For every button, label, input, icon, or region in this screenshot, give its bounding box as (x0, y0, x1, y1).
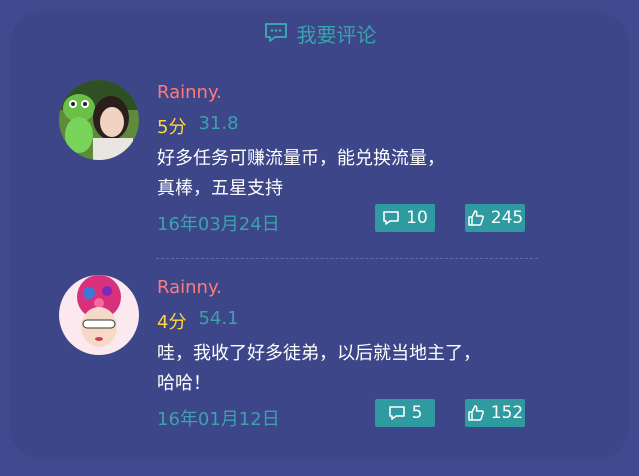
header-title: 我要评论 (296, 22, 377, 47)
comment-text: 好多任务可赚流量币，能兑换流量， 真棒，五星支持 (157, 144, 497, 204)
comment-item: Rainny. 4分 54.1 哇，我收了好多徒弟，以后就当地主了， 哈哈！ 1… (0, 275, 639, 450)
reply-count: 10 (406, 208, 428, 228)
reply-button[interactable]: 10 (375, 204, 435, 232)
like-count: 245 (490, 208, 524, 228)
comment-header[interactable]: 我要评论 (0, 16, 639, 50)
reply-count: 5 (411, 403, 423, 423)
comment-text-line: 好多任务可赚流量币，能兑换流量， (157, 148, 445, 169)
rating-score: 4分 (157, 312, 187, 333)
commenter-name: Rainny. (157, 82, 222, 103)
rating-value: 54.1 (198, 308, 239, 329)
rating-score: 5分 (157, 117, 187, 138)
thumbs-up-icon (468, 210, 484, 226)
comment-text: 哇，我收了好多徒弟，以后就当地主了， 哈哈！ (157, 339, 527, 399)
comment-text-line: 哈哈！ (157, 373, 211, 394)
rating-value: 31.8 (198, 113, 239, 134)
comment-divider (156, 258, 538, 259)
score-row: 5分 31.8 (157, 113, 239, 139)
avatar[interactable] (59, 80, 139, 160)
comment-icon (383, 211, 399, 225)
commenter-name: Rainny. (157, 277, 222, 298)
comment-item: Rainny. 5分 31.8 好多任务可赚流量币，能兑换流量， 真棒，五星支持… (0, 80, 639, 255)
comment-date: 16年03月24日 (157, 214, 280, 235)
like-count: 152 (490, 403, 524, 423)
thumbs-up-icon (468, 405, 484, 421)
comment-text-line: 真棒，五星支持 (157, 178, 283, 199)
like-button[interactable]: 152 (465, 399, 525, 427)
score-row: 4分 54.1 (157, 308, 239, 334)
avatar[interactable] (59, 275, 139, 355)
comment-icon (388, 406, 405, 420)
comment-icon (264, 23, 287, 42)
comment-date: 16年01月12日 (157, 409, 280, 430)
comment-text-line: 哇，我收了好多徒弟，以后就当地主了， (157, 343, 481, 364)
reply-button[interactable]: 5 (375, 399, 435, 427)
like-button[interactable]: 245 (465, 204, 525, 232)
